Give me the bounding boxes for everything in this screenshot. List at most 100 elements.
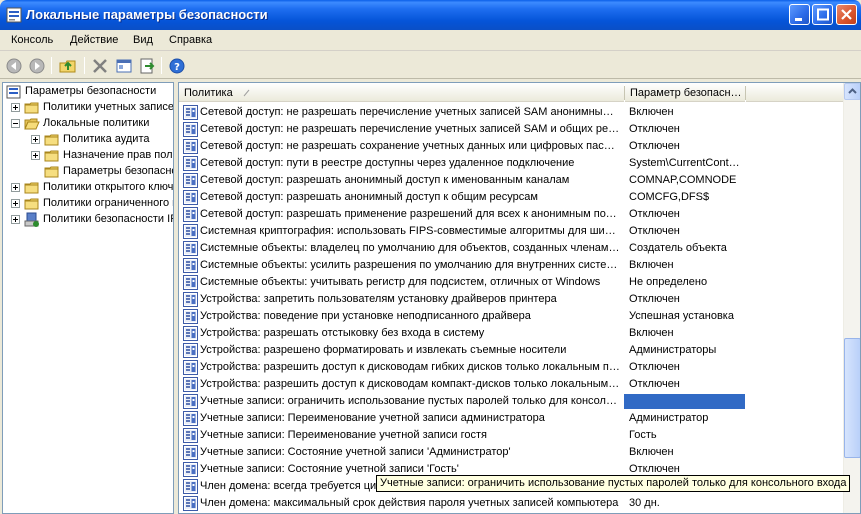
help-icon[interactable]: ? xyxy=(167,56,187,76)
chevron-up-icon xyxy=(848,88,857,94)
folder-icon xyxy=(44,148,60,164)
table-row[interactable]: Сетевой доступ: не разрешать перечислени… xyxy=(179,104,843,121)
tree-expander-icon[interactable] xyxy=(31,151,40,160)
forward-icon[interactable] xyxy=(27,56,47,76)
table-row[interactable]: Системная криптография: использовать FIP… xyxy=(179,223,843,240)
folder-icon xyxy=(44,164,60,180)
tree-item[interactable]: Политики ограниченного использования про… xyxy=(3,196,173,212)
tree-item[interactable]: Политики открытого ключа xyxy=(3,180,173,196)
sort-arrow-icon xyxy=(243,89,250,97)
console-tree[interactable]: Параметры безопасности Политики учетных з… xyxy=(2,82,174,514)
column-header-setting-label: Параметр безопасности xyxy=(630,87,742,99)
table-row[interactable]: Учетные записи: Состояние учетной записи… xyxy=(179,444,843,461)
policy-name: Системные объекты: усилить разрешения по… xyxy=(200,259,620,271)
tree-item[interactable]: Политики учетных записей xyxy=(3,100,173,116)
table-row[interactable]: Устройства: разрешено форматировать и из… xyxy=(179,342,843,359)
export-list-icon[interactable] xyxy=(137,56,157,76)
policy-icon xyxy=(183,258,198,273)
menu-console[interactable]: Консоль xyxy=(11,34,53,46)
back-icon[interactable] xyxy=(4,56,24,76)
tree-item[interactable]: Параметры безопасности xyxy=(3,164,173,180)
delete-icon[interactable] xyxy=(90,56,110,76)
security-settings-icon xyxy=(6,7,22,23)
tree-item[interactable]: Политика аудита xyxy=(3,132,173,148)
maximize-button[interactable] xyxy=(812,4,833,25)
properties-icon[interactable] xyxy=(114,56,134,76)
tree-item[interactable]: Локальные политики xyxy=(3,116,173,132)
table-row[interactable]: Учетные записи: ограничить использование… xyxy=(179,393,843,410)
folder-icon xyxy=(44,132,60,148)
minimize-icon xyxy=(795,18,802,21)
menu-view[interactable]: Вид xyxy=(133,34,153,46)
policy-icon xyxy=(183,156,198,171)
table-row[interactable]: Устройства: разрешить доступ к дисковода… xyxy=(179,376,843,393)
policy-name: Учетные записи: Состояние учетной записи… xyxy=(200,463,459,475)
minimize-button[interactable] xyxy=(789,4,810,25)
policy-icon xyxy=(183,139,198,154)
tree-expander-icon[interactable] xyxy=(11,183,20,192)
policy-setting: Гость xyxy=(629,429,657,441)
menu-help[interactable]: Справка xyxy=(169,34,212,46)
table-row[interactable]: Сетевой доступ: не разрешать сохранение … xyxy=(179,138,843,155)
security-settings-icon xyxy=(6,84,22,100)
tree-item[interactable]: Параметры безопасности xyxy=(3,84,173,100)
policy-name: Устройства: поведение при установке непо… xyxy=(200,310,531,322)
tree-item[interactable]: Политики безопасности IP xyxy=(3,212,173,228)
tree-expander-icon[interactable] xyxy=(11,119,20,128)
table-row[interactable]: Сетевой доступ: разрешать анонимный дост… xyxy=(179,189,843,206)
table-row[interactable]: Устройства: разрешить доступ к дисковода… xyxy=(179,359,843,376)
table-row[interactable]: Системные объекты: владелец по умолчанию… xyxy=(179,240,843,257)
tree-item-label: Политики ограниченного использования про… xyxy=(43,197,173,209)
tree-expander-icon[interactable] xyxy=(11,215,20,224)
tree-item-label: Политика аудита xyxy=(63,133,150,145)
policy-name: Системная криптография: использовать FIP… xyxy=(200,225,620,237)
table-row[interactable]: Сетевой доступ: разрешать применение раз… xyxy=(179,206,843,223)
tree-expander-icon[interactable] xyxy=(31,135,40,144)
scroll-up-button[interactable] xyxy=(844,83,860,100)
column-header-policy[interactable]: Политика xyxy=(179,83,624,102)
policy-icon xyxy=(183,343,198,358)
table-row[interactable]: Устройства: запретить пользователям уста… xyxy=(179,291,843,308)
policy-name: Системные объекты: учитывать регистр для… xyxy=(200,276,601,288)
policy-setting: Администраторы xyxy=(629,344,717,356)
scroll-thumb[interactable] xyxy=(844,338,860,458)
table-row[interactable]: Член домена: максимальный срок действия … xyxy=(179,495,843,512)
policy-name: Устройства: разрешить доступ к дисковода… xyxy=(200,361,620,373)
table-row[interactable]: Системные объекты: усилить разрешения по… xyxy=(179,257,843,274)
vertical-scrollbar[interactable] xyxy=(843,83,860,513)
tree-item[interactable]: Назначение прав пользователя xyxy=(3,148,173,164)
table-row[interactable]: Сетевой доступ: не разрешать перечислени… xyxy=(179,121,843,138)
policy-name: Сетевой доступ: не разрешать перечислени… xyxy=(200,123,620,135)
table-row[interactable]: Системные объекты: учитывать регистр для… xyxy=(179,274,843,291)
table-row[interactable]: Учетные записи: Переименование учетной з… xyxy=(179,427,843,444)
table-row[interactable]: Сетевой доступ: пути в реестре доступны … xyxy=(179,155,843,172)
policy-name: Устройства: разрешать отстыковку без вхо… xyxy=(200,327,485,339)
title-bar[interactable]: Локальные параметры безопасности xyxy=(0,0,861,30)
policy-name: Сетевой доступ: разрешать применение раз… xyxy=(200,208,620,220)
policy-icon xyxy=(183,207,198,222)
table-row[interactable]: Сетевой доступ: разрешать анонимный дост… xyxy=(179,172,843,189)
policy-setting: Отключен xyxy=(629,361,680,373)
table-row[interactable]: Учетные записи: Переименование учетной з… xyxy=(179,410,843,427)
close-button[interactable] xyxy=(836,4,857,25)
tree-expander-icon[interactable] xyxy=(11,199,20,208)
policy-setting: Не определено xyxy=(629,276,708,288)
up-folder-icon[interactable] xyxy=(58,56,78,76)
policy-icon xyxy=(183,224,198,239)
policy-setting: Отключен xyxy=(629,123,680,135)
policy-setting: Отключен xyxy=(629,208,680,220)
table-row[interactable]: Устройства: поведение при установке непо… xyxy=(179,308,843,325)
table-row[interactable]: Устройства: разрешать отстыковку без вхо… xyxy=(179,325,843,342)
policy-name: Сетевой доступ: не разрешать перечислени… xyxy=(200,106,620,118)
menu-action[interactable]: Действие xyxy=(70,34,118,46)
policy-setting: Отключен xyxy=(629,140,680,152)
policy-icon xyxy=(183,173,198,188)
policy-name: Сетевой доступ: разрешать анонимный дост… xyxy=(200,191,538,203)
policy-icon xyxy=(183,275,198,290)
policy-list[interactable]: Политика Параметр безопасности Сетевой д… xyxy=(178,82,861,514)
policy-name: Устройства: разрешить доступ к дисковода… xyxy=(200,378,620,390)
policy-icon xyxy=(183,479,198,494)
column-header-setting[interactable]: Параметр безопасности xyxy=(625,83,745,102)
tree-expander-icon[interactable] xyxy=(11,103,20,112)
policy-icon xyxy=(183,496,198,511)
